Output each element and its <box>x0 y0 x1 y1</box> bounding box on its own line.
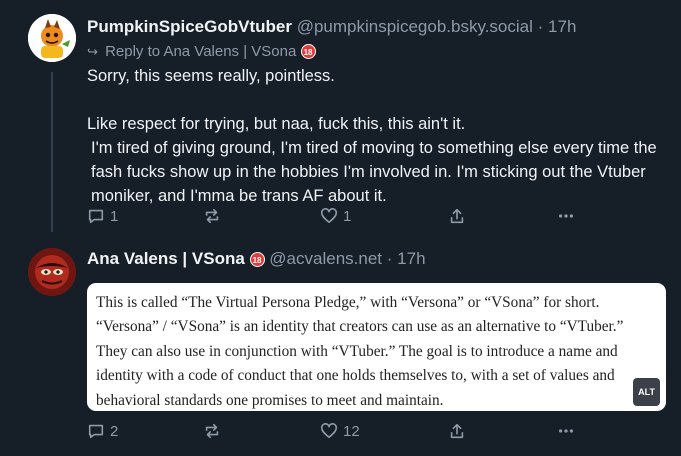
post-image[interactable]: This is called “The Virtual Persona Pled… <box>87 283 666 411</box>
post-actions: 2 12 <box>87 422 587 444</box>
heart-icon <box>320 423 338 439</box>
post-paragraph: I'm tired of giving ground, I'm tired of… <box>91 139 657 205</box>
reply-count: 1 <box>110 207 119 225</box>
image-text: This is called “The Virtual Persona Pled… <box>96 294 624 409</box>
repost-arrows-icon <box>205 423 219 439</box>
more-dots-icon <box>558 429 574 433</box>
post-actions: 1 1 <box>87 207 587 229</box>
age-18-badge-icon: 18 <box>300 44 316 59</box>
share-button[interactable] <box>448 422 466 440</box>
post-header: Ana Valens | VSona 18 @acvalens.net · 17… <box>87 249 426 269</box>
age-18-badge-icon: 18 <box>249 252 265 267</box>
reply-count: 2 <box>110 422 119 440</box>
post-pumpkinspicegob: PumpkinSpiceGobVtuber @pumpkinspicegob.b… <box>0 0 681 240</box>
post-body: Sorry, this seems really, pointless. Lik… <box>87 64 667 208</box>
reply-button[interactable]: 2 <box>87 422 118 440</box>
handle[interactable]: @acvalens.net <box>269 249 382 268</box>
thread-line <box>51 72 53 232</box>
post-paragraph: Sorry, this seems really, pointless. <box>87 67 335 85</box>
reply-button[interactable]: 1 <box>87 207 118 225</box>
separator-dot: · <box>537 17 544 36</box>
post-header: PumpkinSpiceGobVtuber @pumpkinspicegob.b… <box>87 17 576 37</box>
repost-button[interactable] <box>203 422 221 440</box>
share-upload-icon <box>450 208 464 224</box>
display-name[interactable]: PumpkinSpiceGobVtuber <box>87 17 292 36</box>
like-button[interactable]: 1 <box>320 207 351 225</box>
repost-arrows-icon <box>205 208 219 224</box>
timestamp[interactable]: 17h <box>397 249 425 268</box>
separator-dot: · <box>386 249 393 268</box>
more-options-button[interactable] <box>557 207 575 225</box>
reply-context[interactable]: ↪ Reply to Ana Valens | VSona 18 <box>87 43 316 60</box>
alt-text-badge[interactable]: ALT <box>633 377 660 406</box>
like-count: 1 <box>343 207 352 225</box>
avatar-pumpkinspicegob[interactable] <box>28 14 76 62</box>
speech-bubble-icon <box>88 209 104 224</box>
more-options-button[interactable] <box>557 422 575 440</box>
handle[interactable]: @pumpkinspicegob.bsky.social <box>297 17 533 36</box>
timestamp[interactable]: 17h <box>548 17 576 36</box>
reply-arrow-icon: ↪ <box>87 44 98 59</box>
like-button[interactable]: 12 <box>320 422 360 440</box>
reply-prefix: Reply to <box>105 43 161 60</box>
more-dots-icon <box>558 214 574 218</box>
like-count: 12 <box>343 422 360 440</box>
avatar-anavalens[interactable] <box>28 248 76 296</box>
share-button[interactable] <box>448 207 466 225</box>
speech-bubble-icon <box>88 424 104 439</box>
post-paragraph: Like respect for trying, but naa, fuck t… <box>87 115 466 133</box>
display-name[interactable]: Ana Valens | VSona <box>87 249 245 268</box>
repost-button[interactable] <box>203 207 221 225</box>
heart-icon <box>320 208 338 224</box>
reply-to-name[interactable]: Ana Valens | VSona <box>163 43 296 60</box>
share-upload-icon <box>450 423 464 439</box>
